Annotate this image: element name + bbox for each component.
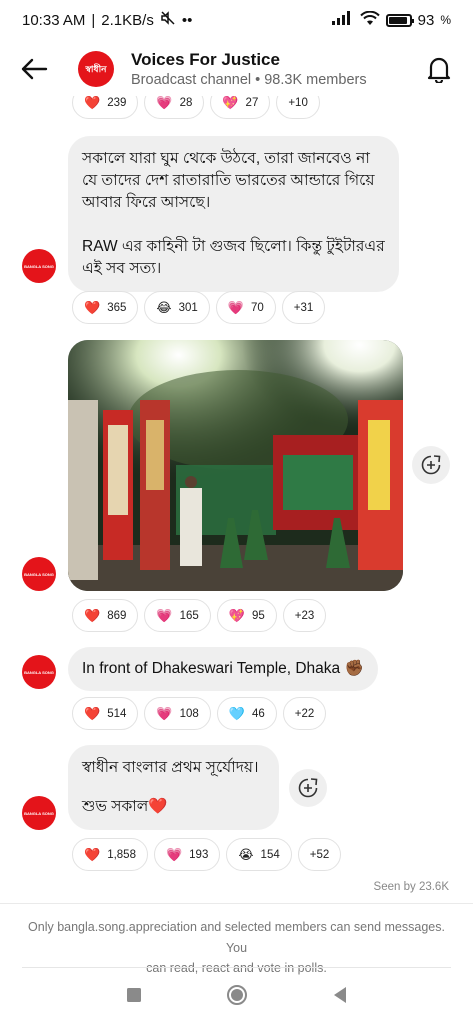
reaction-pill[interactable]: 💖 27 <box>210 96 271 119</box>
reaction-pill[interactable]: 🩵 46 <box>216 697 277 730</box>
message-bubble[interactable]: সকালে যারা ঘুম থেকে উঠবে, তারা জানবেও না… <box>68 136 399 292</box>
status-bar: 10:33 AM | 2.1KB/s •• 93% <box>22 10 451 30</box>
triangle-back-icon <box>333 986 346 1003</box>
forward-button[interactable] <box>412 446 450 484</box>
square-icon <box>126 987 141 1002</box>
reaction-pill[interactable]: 😂 301 <box>144 291 210 324</box>
mute-icon <box>160 10 176 30</box>
reaction-bar: ❤️ 239 💗 28 💖 27 +10 <box>72 96 320 119</box>
message-text-line: RAW এর কাহিনী টা গুজব ছিলো। কিন্তু টুইটা… <box>82 238 385 255</box>
message-text-line: যে তাদের দেশ রাতারাতি ভারতের আন্ডারে গিয… <box>82 172 375 189</box>
bell-icon <box>427 57 451 83</box>
message-text-line: স্বাধীন বাংলার প্রথম সূর্যোদয়। <box>82 759 259 776</box>
battery-level: 93 <box>417 11 435 29</box>
sender-avatar[interactable]: BANGLA SONG <box>22 655 56 689</box>
channel-avatar[interactable]: স্বাধীন <box>78 51 114 87</box>
home-button[interactable] <box>226 984 248 1011</box>
message-text-line: In front of Dhakeswari Temple, Dhaka ✊🏾 <box>82 660 364 677</box>
reaction-pill[interactable]: 💗 108 <box>144 697 211 730</box>
message-text-line: আবার ফিরে আসছে। <box>82 194 211 211</box>
seen-count: Seen by 23.6K <box>373 881 449 893</box>
reaction-bar: ❤️ 514 💗 108 🩵 46 +22 <box>72 697 327 730</box>
sender-avatar[interactable]: BANGLA SONG <box>22 249 56 283</box>
reaction-more-pill[interactable]: +22 <box>282 697 327 730</box>
reaction-pill[interactable]: 💗 193 <box>153 838 221 871</box>
channel-name: Voices For Justice <box>131 50 280 70</box>
reaction-pill[interactable]: 💗 28 <box>144 96 205 119</box>
channel-header: স্বাধীন Voices For Justice Broadcast cha… <box>0 40 473 98</box>
signal-icon <box>331 11 354 29</box>
reaction-pill[interactable]: 💗 165 <box>144 599 211 632</box>
message-photo[interactable] <box>68 340 403 591</box>
reaction-bar: ❤️ 869 💗 165 💖 95 +23 <box>72 599 327 632</box>
back-nav-button[interactable] <box>332 986 348 1009</box>
message-text-line: শুভ সকাল❤️ <box>82 798 168 815</box>
channel-info[interactable]: Voices For Justice Broadcast channel • 9… <box>131 49 367 88</box>
notification-button[interactable] <box>419 49 459 89</box>
recents-button[interactable] <box>126 987 142 1008</box>
wifi-icon <box>359 10 380 30</box>
message-text-line: সকালে যারা ঘুম থেকে উঠবে, তারা জানবেও না <box>82 150 370 167</box>
reaction-more-pill[interactable]: +23 <box>282 599 327 632</box>
reaction-bar: ❤️ 1,858 💗 193 😭 154 +52 <box>72 838 342 871</box>
reaction-pill[interactable]: 💖 95 <box>216 599 277 632</box>
message-bubble[interactable]: স্বাধীন বাংলার প্রথম সূর্যোদয়। শুভ সকাল… <box>68 745 279 830</box>
reaction-pill[interactable]: ❤️ 869 <box>72 599 139 632</box>
back-button[interactable] <box>14 49 54 89</box>
message-text-line: এই সব সত্য। <box>82 260 162 277</box>
reaction-more-pill[interactable]: +31 <box>281 291 326 324</box>
channel-subtitle: Broadcast channel • 98.3K members <box>131 71 367 88</box>
forward-icon <box>421 455 441 475</box>
status-speed: 2.1KB/s <box>101 11 154 29</box>
divider <box>22 967 451 968</box>
back-arrow-icon <box>21 58 48 80</box>
reaction-pill[interactable]: 😭 154 <box>226 838 292 871</box>
status-dots: •• <box>181 11 193 29</box>
system-nav-bar <box>0 970 473 1024</box>
reaction-pill[interactable]: ❤️ 239 <box>72 96 139 119</box>
reaction-bar: ❤️ 365 😂 301 💗 70 +31 <box>72 291 326 324</box>
sender-avatar[interactable]: BANGLA SONG <box>22 557 56 591</box>
reaction-more-pill[interactable]: +10 <box>276 96 320 119</box>
reaction-more-pill[interactable]: +52 <box>297 838 342 871</box>
reaction-pill[interactable]: ❤️ 1,858 <box>72 838 148 871</box>
circle-icon <box>226 984 247 1005</box>
reaction-pill[interactable]: ❤️ 514 <box>72 697 139 730</box>
read-only-notice: Only bangla.song.appreciation and select… <box>0 903 473 975</box>
temple-gate-photo <box>68 340 403 591</box>
sender-avatar[interactable]: BANGLA SONG <box>22 796 56 830</box>
reaction-pill[interactable]: ❤️ 365 <box>72 291 139 324</box>
message-bubble[interactable]: In front of Dhakeswari Temple, Dhaka ✊🏾 <box>68 647 378 691</box>
forward-button[interactable] <box>289 769 327 807</box>
reaction-pill[interactable]: 💗 70 <box>215 291 276 324</box>
forward-icon <box>298 778 318 798</box>
status-time: 10:33 AM <box>22 11 86 29</box>
battery-icon <box>385 13 414 27</box>
message-feed[interactable]: ❤️ 239 💗 28 💖 27 +10 সকালে যারা ঘুম থেকে উঠ… <box>0 96 473 900</box>
